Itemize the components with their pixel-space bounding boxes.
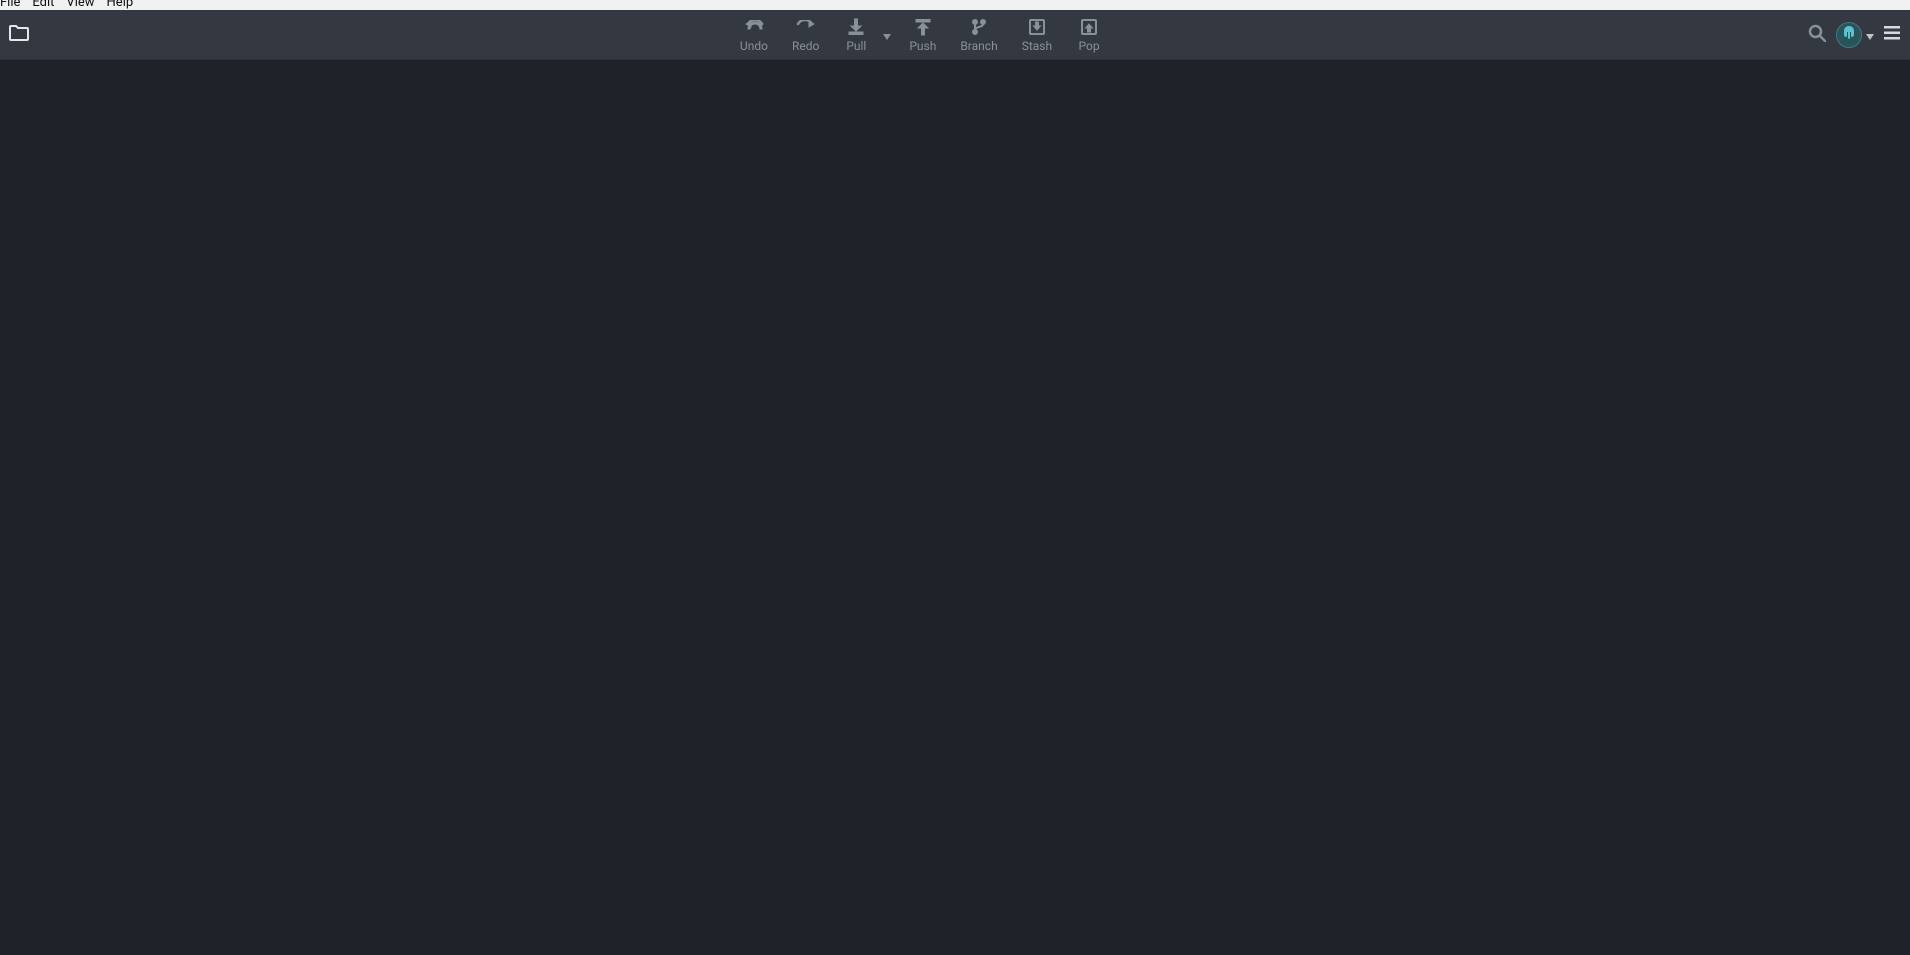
stash-button[interactable]: Stash	[1010, 10, 1064, 59]
branch-button[interactable]: Branch	[948, 10, 1009, 59]
branch-label: Branch	[960, 39, 997, 53]
push-button[interactable]: Push	[897, 10, 948, 59]
pop-icon	[1080, 17, 1098, 37]
os-menubar: File Edit View Help	[0, 0, 1910, 10]
menu-view[interactable]: View	[66, 0, 94, 7]
toolbar-center: Undo Redo Pull	[32, 10, 1808, 59]
pop-button[interactable]: Pop	[1064, 10, 1114, 59]
folder-icon	[9, 25, 29, 45]
redo-button[interactable]: Redo	[780, 10, 831, 59]
app-toolbar: Undo Redo Pull	[0, 10, 1910, 60]
pull-icon	[847, 17, 865, 37]
open-repo-button[interactable]	[6, 22, 32, 48]
stash-label: Stash	[1022, 39, 1052, 53]
undo-icon	[744, 17, 764, 37]
profile-caret-icon	[1866, 25, 1874, 44]
undo-button[interactable]: Undo	[726, 10, 780, 59]
profile-avatar	[1836, 22, 1862, 48]
menu-file[interactable]: File	[0, 0, 20, 7]
main-content	[0, 60, 1910, 955]
toolbar-left	[0, 22, 32, 48]
hamburger-icon	[1884, 25, 1900, 44]
push-icon	[914, 17, 932, 37]
profile-button[interactable]	[1836, 22, 1874, 48]
pull-dropdown[interactable]	[881, 10, 897, 59]
menu-help[interactable]: Help	[107, 0, 134, 7]
caret-down-icon	[883, 25, 891, 44]
search-button[interactable]	[1808, 24, 1826, 46]
redo-label: Redo	[792, 39, 819, 53]
undo-label: Undo	[740, 39, 768, 53]
pull-label: Pull	[846, 39, 866, 53]
action-group: Undo Redo Pull	[726, 10, 1114, 59]
kraken-icon	[1841, 25, 1857, 45]
redo-icon	[796, 17, 816, 37]
toolbar-right	[1808, 22, 1910, 48]
menu-button[interactable]	[1884, 25, 1900, 44]
stash-icon	[1028, 17, 1046, 37]
pop-label: Pop	[1079, 39, 1100, 53]
menu-edit[interactable]: Edit	[32, 0, 54, 7]
search-icon	[1808, 24, 1826, 46]
pull-button[interactable]: Pull	[831, 10, 881, 59]
push-label: Push	[909, 39, 936, 53]
branch-icon	[970, 17, 988, 37]
